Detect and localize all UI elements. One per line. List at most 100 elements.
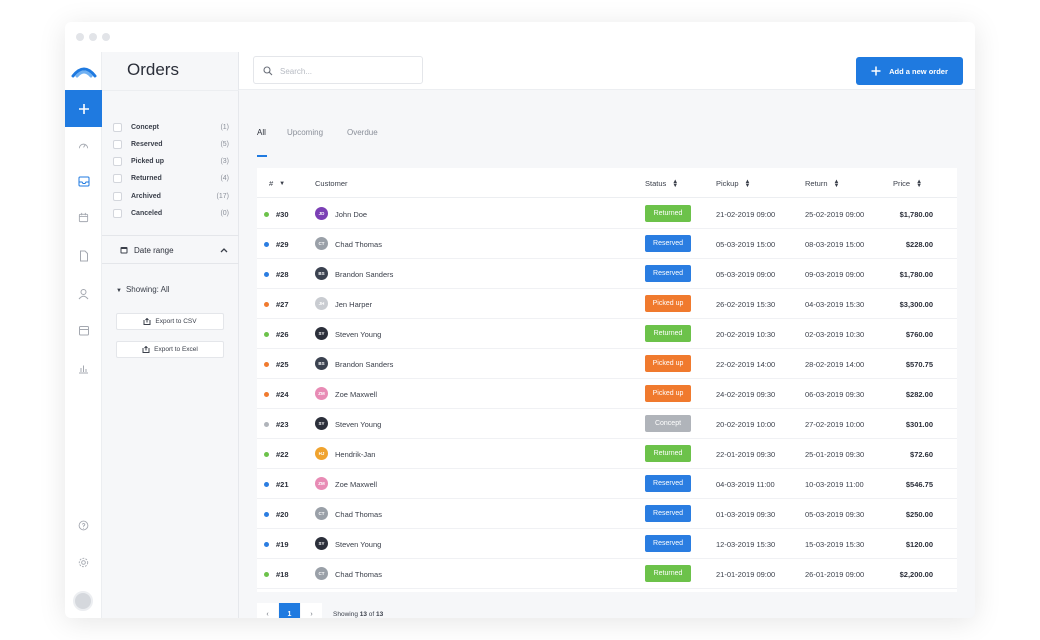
checkbox[interactable] — [113, 192, 122, 201]
table-row[interactable]: #23 SY Steven Young Concept 20-02-2019 10:00… — [257, 409, 957, 439]
table-row[interactable]: #28 BS Brandon Sanders Reserved 05-03-2019 0… — [257, 259, 957, 289]
customer-name[interactable]: Brandon Sanders — [335, 270, 393, 279]
status-filter-canceled[interactable]: Canceled (0) — [113, 207, 229, 221]
table-row[interactable]: #25 BS Brandon Sanders Picked up 22-02-2019 … — [257, 349, 957, 379]
pickup-date: 21-01-2019 09:00 — [716, 570, 776, 579]
previous-page-button[interactable]: ‹ — [257, 603, 278, 618]
table-row[interactable]: #24 ZM Zoe Maxwell Picked up 24-02-2019 09:3… — [257, 379, 957, 409]
orders-table: # ▼ Customer Status ▲ ▼ Pickup ▲ ▼ Return ▲ ▼ P… — [257, 168, 957, 592]
customer-name[interactable]: Zoe Maxwell — [335, 390, 377, 399]
order-number[interactable]: #20 — [276, 510, 289, 519]
checkbox[interactable] — [113, 140, 122, 149]
tab-overdue[interactable]: Overdue — [347, 128, 378, 137]
user-icon[interactable] — [65, 282, 102, 306]
table-row[interactable]: #19 SY Steven Young Reserved 12-03-2019 15:3… — [257, 529, 957, 559]
inbox-icon[interactable] — [65, 169, 102, 193]
customer-avatar: HJ — [315, 447, 328, 460]
customer-name[interactable]: Jen Harper — [335, 300, 372, 309]
export-excel-button[interactable]: Export to Excel — [116, 341, 224, 358]
calendar-icon[interactable] — [65, 205, 102, 229]
store-icon[interactable] — [65, 318, 102, 342]
status-filter-label: Reserved — [131, 141, 163, 148]
customer-name[interactable]: John Doe — [335, 210, 367, 219]
checkbox[interactable] — [113, 157, 122, 166]
column-header-return[interactable]: Return ▲ ▼ — [805, 179, 839, 189]
column-header-pickup[interactable]: Pickup ▲ ▼ — [716, 179, 750, 189]
customer-name[interactable]: Brandon Sanders — [335, 360, 393, 369]
checkbox[interactable] — [113, 174, 122, 183]
order-number[interactable]: #19 — [276, 540, 289, 549]
table-row[interactable]: #26 SY Steven Young Returned 20-02-2019 10:3… — [257, 319, 957, 349]
order-number[interactable]: #24 — [276, 390, 289, 399]
customer-name[interactable]: Chad Thomas — [335, 570, 382, 579]
customer-name[interactable]: Zoe Maxwell — [335, 480, 377, 489]
order-price: $1,780.00 — [899, 210, 933, 219]
help-icon[interactable] — [65, 513, 102, 537]
column-header-label: Pickup — [716, 179, 739, 188]
export-icon — [142, 346, 150, 353]
column-header-status[interactable]: Status ▲ ▼ — [645, 179, 678, 189]
page-button-current[interactable]: 1 — [279, 603, 300, 618]
user-avatar[interactable] — [73, 591, 93, 611]
checkbox[interactable] — [113, 123, 122, 132]
order-number[interactable]: #26 — [276, 330, 289, 339]
order-number[interactable]: #29 — [276, 240, 289, 249]
column-header-price[interactable]: Price ▲ ▼ — [893, 179, 922, 189]
status-badge: Concept — [645, 415, 691, 432]
search-box[interactable] — [253, 56, 423, 84]
search-input[interactable] — [280, 64, 410, 78]
order-number[interactable]: #22 — [276, 450, 289, 459]
order-number[interactable]: #27 — [276, 300, 289, 309]
order-number[interactable]: #23 — [276, 420, 289, 429]
status-filter-label: Archived — [131, 193, 161, 200]
customer-name[interactable]: Chad Thomas — [335, 240, 382, 249]
status-badge: Picked up — [645, 385, 691, 402]
status-filter-concept[interactable]: Concept (1) — [113, 121, 229, 135]
status-filter-label: Returned — [131, 175, 162, 182]
column-header-customer[interactable]: Customer — [315, 179, 348, 188]
add-icon-button[interactable] — [65, 90, 102, 127]
tab-all[interactable]: All — [257, 128, 266, 137]
table-row[interactable]: #22 HJ Hendrik-Jan Returned 22-01-2019 09:30… — [257, 439, 957, 469]
settings-icon[interactable] — [65, 550, 102, 574]
customer-avatar: CT — [315, 237, 328, 250]
next-page-button[interactable]: › — [301, 603, 322, 618]
customer-avatar: CT — [315, 507, 328, 520]
chart-icon[interactable] — [65, 356, 102, 380]
status-filter-archived[interactable]: Archived (17) — [113, 190, 229, 204]
table-row[interactable]: #30 JD John Doe Returned 21-02-2019 09:00 25-… — [257, 199, 957, 229]
table-row[interactable]: #20 CT Chad Thomas Reserved 01-03-2019 09:30… — [257, 499, 957, 529]
plus-icon — [78, 103, 89, 114]
order-number[interactable]: #21 — [276, 480, 289, 489]
column-header-number[interactable]: # ▼ — [269, 179, 285, 188]
order-number[interactable]: #18 — [276, 570, 289, 579]
status-filter-label: Canceled — [131, 210, 163, 217]
tab-upcoming[interactable]: Upcoming — [287, 128, 323, 137]
status-filter-count: (5) — [220, 141, 229, 148]
document-icon[interactable] — [65, 244, 102, 268]
return-date: 09-03-2019 09:00 — [805, 270, 865, 279]
table-row[interactable]: #21 ZM Zoe Maxwell Reserved 04-03-2019 11:00… — [257, 469, 957, 499]
customer-name[interactable]: Steven Young — [335, 540, 381, 549]
sort-down-icon: ▼ — [279, 181, 286, 188]
order-number[interactable]: #28 — [276, 270, 289, 279]
checkbox[interactable] — [113, 209, 122, 218]
customer-name[interactable]: Steven Young — [335, 330, 381, 339]
export-csv-button[interactable]: Export to CSV — [116, 313, 224, 330]
table-row[interactable]: #29 CT Chad Thomas Reserved 05-03-2019 15:00… — [257, 229, 957, 259]
status-filter-reserved[interactable]: Reserved (5) — [113, 138, 229, 152]
customer-name[interactable]: Chad Thomas — [335, 510, 382, 519]
table-row[interactable]: #18 CT Chad Thomas Returned 21-01-2019 09:00… — [257, 559, 957, 589]
dashboard-icon[interactable] — [65, 133, 102, 157]
order-number[interactable]: #30 — [276, 210, 289, 219]
table-row[interactable]: #27 JH Jen Harper Picked up 26-02-2019 15:30… — [257, 289, 957, 319]
customer-name[interactable]: Steven Young — [335, 420, 381, 429]
divider — [102, 90, 239, 91]
showing-filter[interactable]: ▼ Showing: All — [116, 285, 170, 294]
order-number[interactable]: #25 — [276, 360, 289, 369]
status-filter-picked-up[interactable]: Picked up (3) — [113, 155, 229, 169]
add-new-order-button[interactable]: Add a new order — [856, 57, 963, 85]
status-filter-returned[interactable]: Returned (4) — [113, 172, 229, 186]
customer-name[interactable]: Hendrik-Jan — [335, 450, 375, 459]
brand-logo[interactable] — [65, 52, 102, 90]
